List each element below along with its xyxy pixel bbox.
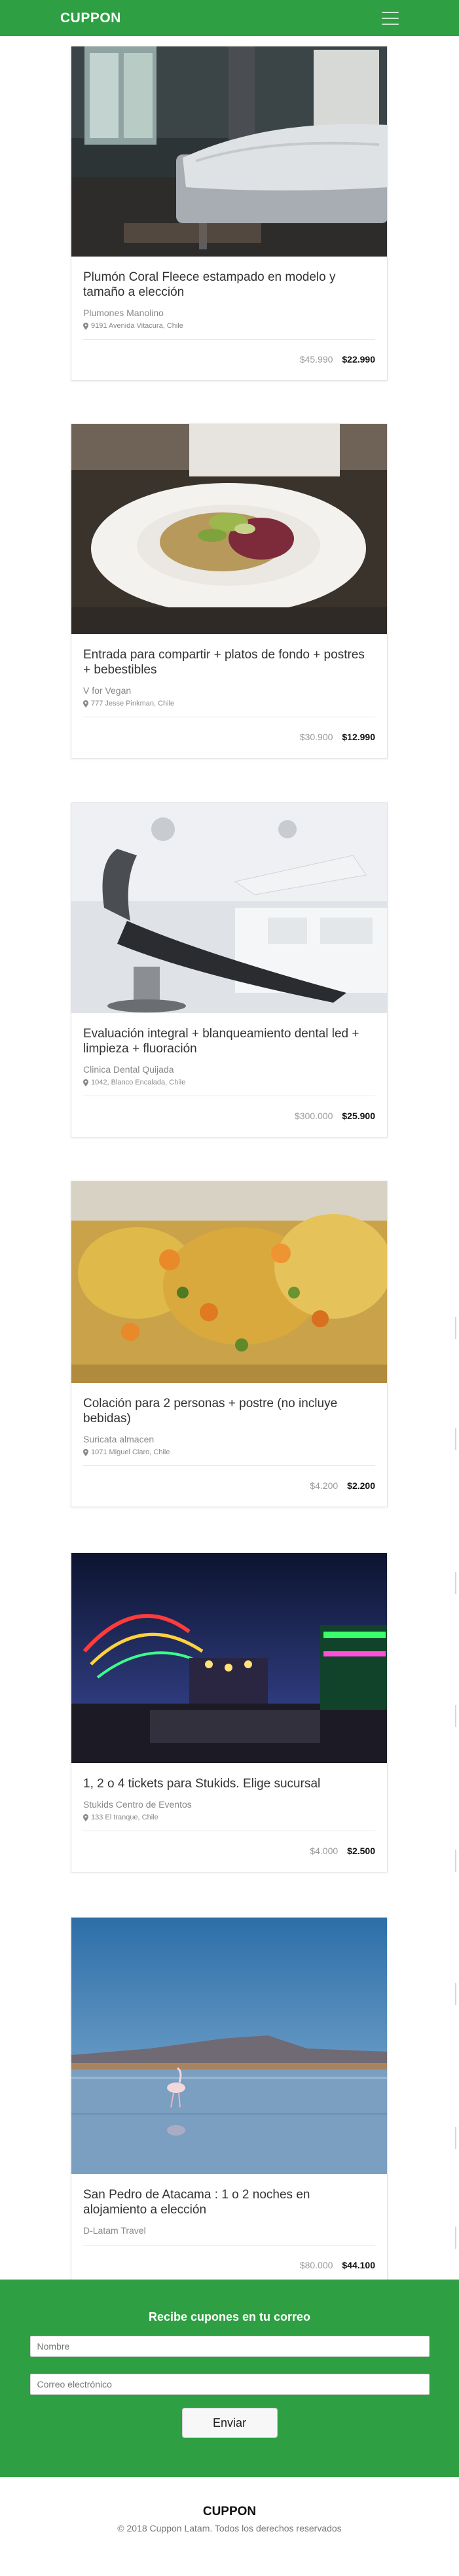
deal-prices: $300.000 $25.900 xyxy=(83,1096,375,1137)
deal-image-salad[interactable] xyxy=(71,424,387,634)
deal-merchant: D-Latam Travel xyxy=(83,2225,146,2236)
map-pin-icon xyxy=(83,1079,88,1086)
deal-address: 9191 Avenida Vitacura, Chile xyxy=(83,322,375,330)
old-price: $45.990 xyxy=(299,354,333,365)
name-input[interactable] xyxy=(29,2336,430,2357)
deal-address-text: 777 Jesse Pinkman, Chile xyxy=(91,700,175,707)
deal-prices: $45.990 $22.990 xyxy=(83,340,375,380)
deal-address: 1071 Miguel Claro, Chile xyxy=(83,1448,375,1456)
deal-merchant: Stukids Centro de Eventos xyxy=(83,1799,192,1810)
deal-address: 133 El tranque, Chile xyxy=(83,1814,375,1821)
deal-title[interactable]: Entrada para compartir + platos de fondo… xyxy=(83,647,375,677)
deal-address: 777 Jesse Pinkman, Chile xyxy=(83,700,375,707)
scroll-edge-mark xyxy=(455,1705,456,1727)
deal-address-text: 133 El tranque, Chile xyxy=(91,1814,158,1821)
deal-image-fair[interactable] xyxy=(71,1553,387,1763)
submit-button[interactable]: Enviar xyxy=(181,2408,278,2438)
email-input[interactable] xyxy=(29,2374,430,2395)
new-price: $2.500 xyxy=(347,1846,375,1856)
deal-card[interactable]: San Pedro de Atacama : 1 o 2 noches en a… xyxy=(71,1917,388,2287)
map-pin-icon xyxy=(83,1448,88,1456)
new-price: $22.990 xyxy=(342,354,375,365)
deal-title[interactable]: San Pedro de Atacama : 1 o 2 noches en a… xyxy=(83,2187,375,2217)
deal-title[interactable]: 1, 2 o 4 tickets para Stukids. Elige suc… xyxy=(83,1776,375,1791)
old-price: $4.000 xyxy=(310,1846,339,1856)
deal-image-food[interactable] xyxy=(71,1181,387,1383)
scroll-edge-mark xyxy=(455,1850,456,1872)
deal-merchant: V for Vegan xyxy=(83,685,132,696)
deal-image-bedroom[interactable] xyxy=(71,46,387,257)
footer-logo[interactable]: CUPPON xyxy=(0,2505,459,2519)
old-price: $300.000 xyxy=(294,1111,333,1121)
deal-title[interactable]: Evaluación integral + blanqueamiento den… xyxy=(83,1026,375,1056)
deal-card[interactable]: 1, 2 o 4 tickets para Stukids. Elige suc… xyxy=(71,1552,388,1872)
top-navbar: CUPPON xyxy=(0,0,459,36)
old-price: $4.200 xyxy=(310,1480,339,1491)
deal-title[interactable]: Colación para 2 personas + postre (no in… xyxy=(83,1396,375,1426)
deal-prices: $4.200 $2.200 xyxy=(83,1466,375,1507)
deal-card[interactable]: Evaluación integral + blanqueamiento den… xyxy=(71,802,388,1137)
new-price: $2.200 xyxy=(347,1480,375,1491)
new-price: $44.100 xyxy=(342,2260,375,2270)
footer-copyright: © 2018 Cuppon Latam. Todos los derechos … xyxy=(117,2523,342,2533)
new-price: $12.990 xyxy=(342,732,375,742)
old-price: $80.000 xyxy=(299,2260,333,2270)
deal-address-text: 1042, Blanco Encalada, Chile xyxy=(91,1079,186,1086)
deal-prices: $4.000 $2.500 xyxy=(83,1831,375,1872)
old-price: $30.900 xyxy=(299,732,333,742)
deal-card[interactable]: Entrada para compartir + platos de fondo… xyxy=(71,423,388,759)
deal-prices: $30.900 $12.990 xyxy=(83,717,375,758)
scroll-edge-mark xyxy=(455,1428,456,1450)
deal-title[interactable]: Plumón Coral Fleece estampado en modelo … xyxy=(83,270,375,300)
deal-merchant: Plumones Manolino xyxy=(83,308,164,318)
scroll-edge-mark xyxy=(455,2127,456,2149)
deal-address: 1042, Blanco Encalada, Chile xyxy=(83,1079,375,1086)
deal-merchant: Clinica Dental Quijada xyxy=(83,1064,174,1075)
hamburger-menu-icon[interactable] xyxy=(382,11,399,25)
deal-image-dental[interactable] xyxy=(71,803,387,1013)
newsletter-section: Recibe cupones en tu correo Enviar xyxy=(0,2280,459,2477)
deal-card[interactable]: Plumón Coral Fleece estampado en modelo … xyxy=(71,46,388,381)
deal-merchant: Suricata almacen xyxy=(83,1434,155,1444)
deal-image-atacama[interactable] xyxy=(71,1918,387,2174)
deal-address-text: 9191 Avenida Vitacura, Chile xyxy=(91,322,183,330)
deal-card[interactable]: Colación para 2 personas + postre (no in… xyxy=(71,1181,388,1507)
deal-address-text: 1071 Miguel Claro, Chile xyxy=(91,1448,170,1456)
site-logo[interactable]: CUPPON xyxy=(60,10,121,26)
scroll-edge-mark xyxy=(455,1317,456,1339)
newsletter-title: Recibe cupones en tu correo xyxy=(148,2310,311,2323)
scroll-edge-mark xyxy=(455,1983,456,2005)
scroll-edge-mark xyxy=(455,2227,456,2249)
map-pin-icon xyxy=(83,1814,88,1821)
site-footer: CUPPON © 2018 Cuppon Latam. Todos los de… xyxy=(0,2477,459,2576)
scroll-edge-mark xyxy=(455,1572,456,1594)
new-price: $25.900 xyxy=(342,1111,375,1121)
map-pin-icon xyxy=(83,322,88,330)
map-pin-icon xyxy=(83,700,88,707)
